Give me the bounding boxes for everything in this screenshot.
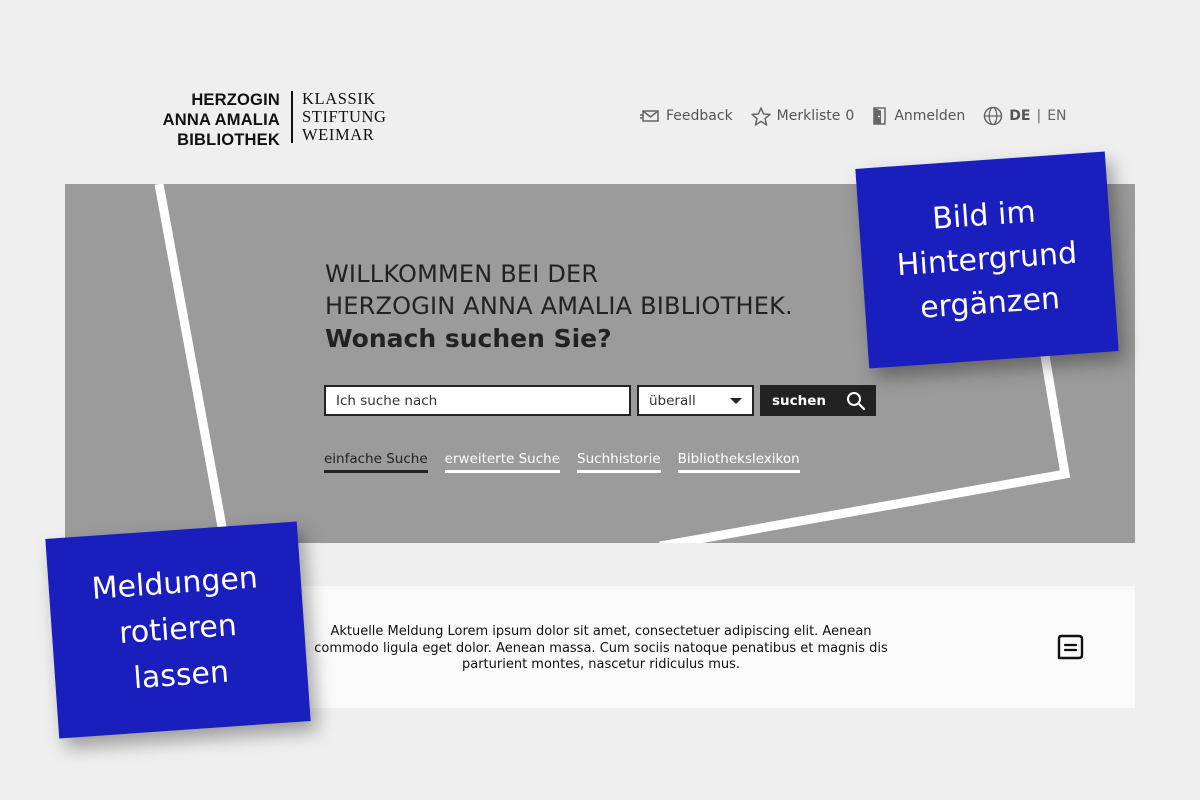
tab-erweiterte-suche[interactable]: erweiterte Suche (444, 451, 561, 473)
logo-line: KLASSIK (302, 89, 376, 108)
door-login-icon (873, 107, 887, 125)
tab-einfache-suche[interactable]: einfache Suche (324, 451, 428, 473)
login-label: Anmelden (894, 108, 966, 124)
chevron-down-icon (730, 397, 742, 404)
search-bar: überall suchen (324, 385, 876, 416)
search-scope-select[interactable]: überall (637, 385, 754, 416)
welcome-line-2: HERZOGIN ANNA AMALIA BIBLIOTHEK. (325, 292, 793, 320)
annotation-note-background: Bild im Hintergrund ergänzen (855, 151, 1119, 369)
feedback-mail-icon (640, 110, 659, 122)
search-icon (847, 391, 866, 410)
logo-foundation-name: KLASSIK STIFTUNG WEIMAR (302, 90, 387, 144)
globe-icon (984, 106, 1003, 126)
search-input[interactable] (324, 385, 631, 416)
welcome-heading: WILLKOMMEN BEI DER HERZOGIN ANNA AMALIA … (325, 258, 793, 356)
annotation-note-news: Meldungen rotieren lassen (45, 521, 311, 739)
language-switcher: DE | EN (983, 106, 1067, 126)
language-separator: | (1036, 108, 1042, 124)
news-message: Aktuelle Meldung Lorem ipsum dolor sit a… (314, 624, 888, 672)
logo-line: ANNA AMALIA (162, 111, 280, 129)
site-logo[interactable]: HERZOGIN ANNA AMALIA BIBLIOTHEK KLASSIK … (140, 90, 387, 150)
merkliste-link[interactable]: Merkliste 0 (750, 106, 855, 126)
welcome-line-1: WILLKOMMEN BEI DER (325, 260, 599, 288)
star-icon (750, 106, 771, 126)
logo-line: STIFTUNG (302, 107, 387, 126)
logo-line: HERZOGIN (191, 91, 280, 109)
search-scope-value: überall (649, 392, 696, 409)
tab-suchhistorie[interactable]: Suchhistorie (577, 451, 661, 473)
logo-line: WEIMAR (302, 125, 375, 144)
search-mode-tabs: einfache Suche erweiterte Suche Suchhist… (324, 451, 817, 473)
logo-divider (291, 91, 293, 143)
tab-bibliothekslexikon[interactable]: Bibliothekslexikon (677, 451, 800, 473)
search-button-label: suchen (772, 392, 827, 409)
language-en[interactable]: EN (1047, 108, 1066, 124)
login-link[interactable]: Anmelden (872, 107, 965, 125)
logo-library-name: HERZOGIN ANNA AMALIA BIBLIOTHEK (140, 90, 280, 150)
logo-line: BIBLIOTHEK (177, 131, 280, 149)
language-de[interactable]: DE (1009, 108, 1030, 124)
feedback-link[interactable]: Feedback (640, 108, 733, 124)
feedback-label: Feedback (666, 108, 733, 124)
top-navigation: Feedback Merkliste 0 Anmelden DE | EN (640, 106, 1067, 126)
message-icon[interactable] (1056, 633, 1084, 661)
search-button[interactable]: suchen (760, 385, 876, 416)
merkliste-count: 0 (845, 108, 855, 124)
welcome-question: Wonach suchen Sie? (325, 324, 612, 353)
merkliste-label: Merkliste (776, 108, 841, 124)
